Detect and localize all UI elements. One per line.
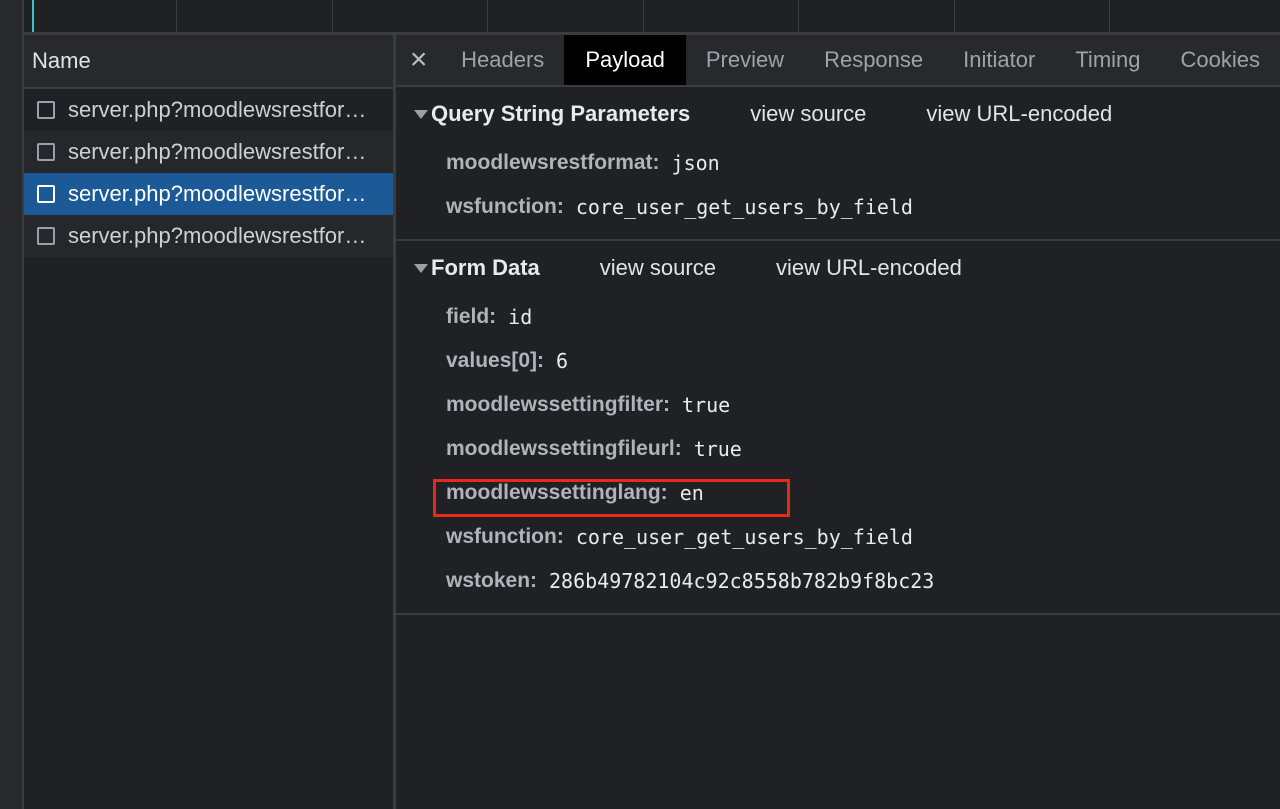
- request-row[interactable]: server.php?moodlewsrestformat=json: [24, 131, 393, 173]
- timeline-gridline: [1109, 0, 1110, 32]
- param-row: moodlewssettinglang: en: [396, 471, 1280, 515]
- view-url-encoded-link[interactable]: view URL-encoded: [926, 101, 1112, 127]
- tab-headers[interactable]: Headers: [441, 35, 564, 85]
- section-title: Form Data: [431, 255, 540, 280]
- param-row: moodlewssettingfileurl: true: [396, 427, 1280, 471]
- request-detail-panel: × Headers Payload Preview Response Initiator…: [396, 35, 1280, 809]
- timeline-gridline: [487, 0, 488, 32]
- param-row: wsfunction: core_user_get_users_by_field: [396, 515, 1280, 559]
- request-name: server.php?moodlewsrestformat=json: [68, 139, 378, 164]
- param-row: field: id: [396, 295, 1280, 339]
- row-checkbox[interactable]: [37, 101, 55, 119]
- param-value: 286b49782104c92c8558b782b9f8bc23: [549, 569, 935, 593]
- view-source-link[interactable]: view source: [600, 255, 716, 281]
- timeline-gridline: [643, 0, 644, 32]
- timeline-gridline: [798, 0, 799, 32]
- param-row: moodlewsrestformat: json: [396, 141, 1280, 185]
- section-title: Query String Parameters: [431, 101, 691, 126]
- tab-preview[interactable]: Preview: [686, 35, 804, 85]
- request-row[interactable]: server.php?moodlewsrestformat=json: [24, 89, 393, 131]
- expand-triangle-icon[interactable]: [414, 109, 428, 119]
- request-row[interactable]: server.php?moodlewsrestformat=json: [24, 173, 393, 215]
- param-key: wsfunction:: [446, 195, 564, 218]
- query-string-section: Query String Parameters view source view…: [396, 87, 1280, 241]
- param-key: wstoken:: [446, 569, 538, 592]
- param-value: 6: [556, 349, 569, 373]
- tab-initiator[interactable]: Initiator: [943, 35, 1055, 85]
- request-name: server.php?moodlewsrestformat=json: [68, 97, 378, 122]
- param-value: core_user_get_users_by_field: [575, 195, 913, 219]
- tab-list: Headers Payload Preview Response Initiator Ti…: [441, 35, 1280, 85]
- param-row: moodlewssettingfilter: true: [396, 383, 1280, 427]
- param-value: id: [508, 305, 533, 329]
- param-key: moodlewssettingfileurl:: [446, 437, 682, 460]
- param-row: wsfunction: core_user_get_users_by_field: [396, 185, 1280, 229]
- request-row[interactable]: server.php?moodlewsrestformat=json: [24, 215, 393, 257]
- param-key: wsfunction:: [446, 525, 564, 548]
- param-value: true: [693, 437, 742, 461]
- request-name: server.php?moodlewsrestformat=json: [68, 223, 378, 248]
- row-checkbox[interactable]: [37, 185, 55, 203]
- param-value: true: [682, 393, 731, 417]
- timeline-gridline: [176, 0, 177, 32]
- timeline-cursor: [32, 0, 34, 32]
- tab-payload[interactable]: Payload: [564, 35, 686, 85]
- name-column-header[interactable]: Name: [24, 35, 393, 89]
- param-key: field:: [446, 305, 497, 328]
- form-param-list: field: id values[0]: 6 moodlewssettingfilter…: [396, 295, 1280, 603]
- timeline-gridline: [954, 0, 955, 32]
- close-icon[interactable]: ×: [396, 35, 441, 85]
- form-data-header[interactable]: Form Data view source view URL-encoded: [396, 241, 1280, 295]
- param-value: core_user_get_users_by_field: [575, 525, 913, 549]
- request-list-panel: Name server.php?moodlewsrestformat=jsons…: [24, 35, 396, 809]
- network-timeline-overview[interactable]: [24, 0, 1280, 35]
- view-url-encoded-link[interactable]: view URL-encoded: [776, 255, 962, 281]
- param-key: moodlewssettinglang:: [446, 481, 668, 504]
- tab-timing[interactable]: Timing: [1055, 35, 1160, 85]
- view-source-link[interactable]: view source: [750, 101, 866, 127]
- tab-cookies[interactable]: Cookies: [1161, 35, 1280, 85]
- form-data-section: Form Data view source view URL-encoded f…: [396, 241, 1280, 615]
- param-key: moodlewsrestformat:: [446, 151, 660, 174]
- param-key: values[0]:: [446, 349, 545, 372]
- row-checkbox[interactable]: [37, 143, 55, 161]
- param-row: wstoken: 286b49782104c92c8558b782b9f8bc23: [396, 559, 1280, 603]
- query-param-list: moodlewsrestformat: json wsfunction: core_u…: [396, 141, 1280, 229]
- expand-triangle-icon[interactable]: [414, 263, 428, 273]
- left-edge-strip: [0, 0, 24, 809]
- param-value: json: [671, 151, 720, 175]
- param-value: en: [679, 481, 704, 505]
- request-list: server.php?moodlewsrestformat=json server…: [24, 89, 393, 257]
- param-key: moodlewssettingfilter:: [446, 393, 671, 416]
- request-name: server.php?moodlewsrestformat=json: [68, 181, 378, 206]
- param-row: values[0]: 6: [396, 339, 1280, 383]
- timeline-gridline: [332, 0, 333, 32]
- tab-response[interactable]: Response: [804, 35, 943, 85]
- detail-tab-bar: × Headers Payload Preview Response Initiator…: [396, 35, 1280, 87]
- query-string-header[interactable]: Query String Parameters view source view…: [396, 87, 1280, 141]
- row-checkbox[interactable]: [37, 227, 55, 245]
